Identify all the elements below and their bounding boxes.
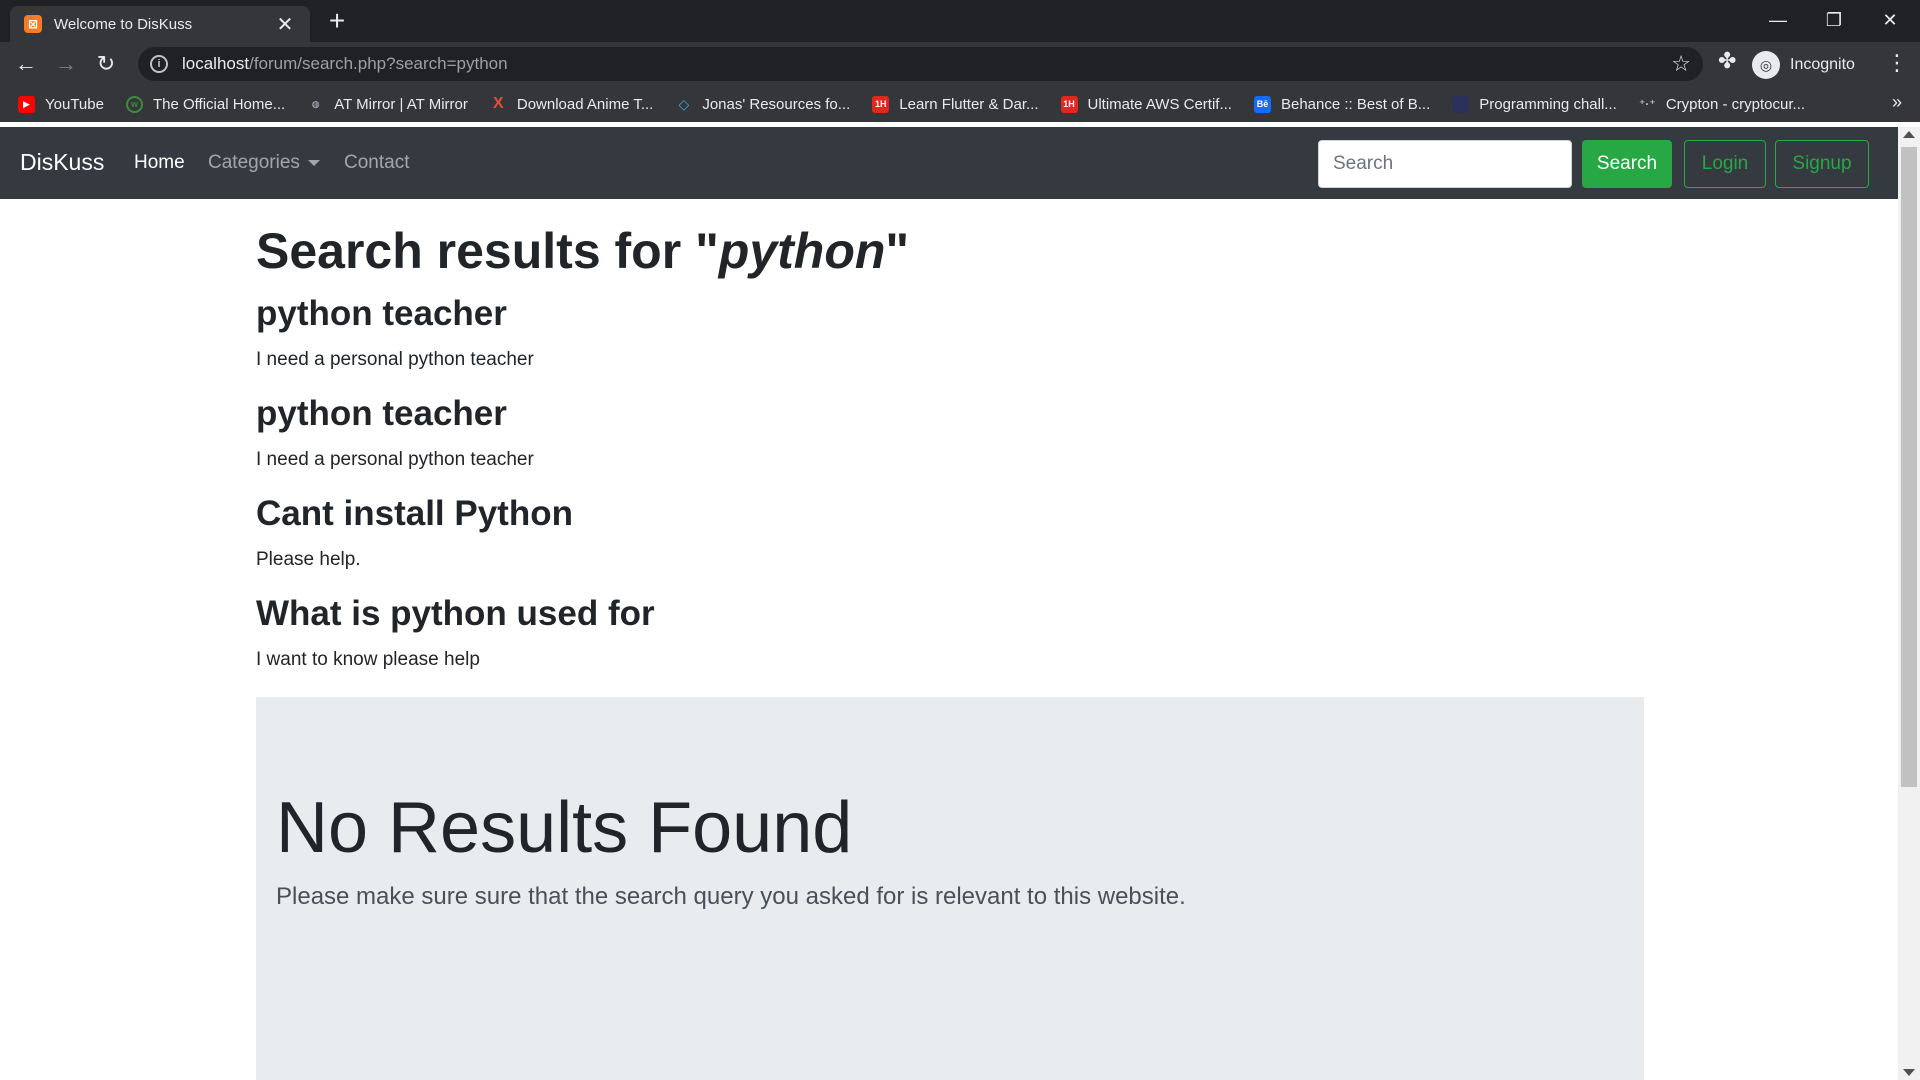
nav-categories-label: Categories bbox=[208, 152, 300, 173]
1h-icon: 1H bbox=[1060, 95, 1078, 113]
bookmark-item[interactable]: ◇ Jonas' Resources fo... bbox=[675, 96, 850, 113]
profile-label: Incognito bbox=[1790, 56, 1855, 73]
bookmark-item[interactable]: X Download Anime T... bbox=[490, 95, 654, 113]
no-results-title: No Results Found bbox=[276, 788, 853, 868]
youtube-icon: ▶ bbox=[18, 95, 35, 113]
bookmark-label: Behance :: Best of B... bbox=[1280, 95, 1431, 113]
square-icon bbox=[1452, 95, 1470, 113]
nav-categories[interactable]: Categories bbox=[208, 152, 320, 174]
bookmark-label: Ultimate AWS Certif... bbox=[1087, 95, 1232, 113]
xampp-icon: ⊠ bbox=[24, 15, 42, 33]
close-icon[interactable]: ✕ bbox=[274, 12, 296, 37]
mirror-icon: ◍ bbox=[311, 98, 320, 109]
scrollbar-thumb[interactable] bbox=[1901, 147, 1917, 787]
page-scrollbar[interactable] bbox=[1898, 127, 1920, 1080]
bookmark-label: AT Mirror | AT Mirror bbox=[334, 95, 468, 113]
address-bar[interactable]: i localhost/forum/search.php?search=pyth… bbox=[138, 47, 1703, 81]
bookmark-item[interactable]: w The Official Home... bbox=[125, 95, 286, 113]
result-description: I need a personal python teacher bbox=[256, 349, 534, 370]
signup-button[interactable]: Signup bbox=[1775, 140, 1869, 188]
behance-icon: Bē bbox=[1253, 95, 1271, 113]
bookmarks-bar: ▶ YouTube w The Official Home... ◍ AT Mirro… bbox=[0, 86, 1920, 122]
new-tab-icon[interactable]: + bbox=[322, 6, 352, 36]
bookmark-item[interactable]: ◍ AT Mirror | AT Mirror bbox=[307, 96, 468, 113]
site-navbar: DisKuss Home Categories Contact Search L… bbox=[0, 127, 1898, 199]
browser-titlebar: ⊠ Welcome to DisKuss ✕ + — ❐ ✕ bbox=[0, 0, 1920, 42]
more-bookmarks-icon[interactable]: » bbox=[1892, 92, 1902, 113]
bookmark-item[interactable]: ▶ YouTube bbox=[18, 95, 104, 113]
bookmark-item[interactable]: 1H Learn Flutter & Dar... bbox=[872, 95, 1039, 113]
nav-home[interactable]: Home bbox=[134, 152, 185, 174]
no-results-jumbotron: No Results Found Please make sure sure t… bbox=[256, 697, 1644, 1080]
bookmark-item[interactable]: Programming chall... bbox=[1452, 95, 1617, 113]
title-prefix: Search results for " bbox=[256, 223, 719, 279]
bookmark-label: Download Anime T... bbox=[516, 95, 654, 113]
chevron-down-icon bbox=[307, 159, 320, 166]
bookmark-item[interactable]: 1H Ultimate AWS Certif... bbox=[1060, 95, 1232, 113]
bookmark-label: Programming chall... bbox=[1479, 95, 1617, 113]
restore-icon[interactable]: ❐ bbox=[1806, 0, 1862, 40]
result-description: I need a personal python teacher bbox=[256, 449, 534, 470]
bookmark-star-icon[interactable]: ☆ bbox=[1671, 51, 1691, 77]
result-item: python teacher I need a personal python … bbox=[256, 393, 1644, 471]
browser-tab[interactable]: ⊠ Welcome to DisKuss ✕ bbox=[10, 6, 310, 42]
result-title-link[interactable]: What is python used for bbox=[256, 593, 1644, 635]
1h-icon: 1H bbox=[872, 95, 890, 113]
bookmark-label: Jonas' Resources fo... bbox=[702, 95, 851, 113]
search-button[interactable]: Search bbox=[1582, 140, 1672, 188]
title-suffix: " bbox=[885, 223, 910, 279]
minimize-icon[interactable]: — bbox=[1750, 0, 1806, 40]
reload-icon[interactable]: ↻ bbox=[90, 48, 122, 80]
tab-title: Welcome to DisKuss bbox=[54, 15, 193, 33]
search-query: python bbox=[718, 223, 886, 279]
crypto-icon: ⁺·⁺ bbox=[1638, 97, 1656, 111]
result-description: I want to know please help bbox=[256, 649, 480, 670]
result-title-link[interactable]: python teacher bbox=[256, 393, 1644, 435]
brand-logo[interactable]: DisKuss bbox=[20, 149, 104, 176]
profile-button[interactable]: ◎ Incognito bbox=[1752, 49, 1855, 81]
window-close-icon[interactable]: ✕ bbox=[1862, 0, 1918, 40]
result-item: What is python used for I want to know p… bbox=[256, 593, 1644, 671]
info-icon[interactable]: i bbox=[150, 55, 168, 73]
bookmark-item[interactable]: Bē Behance :: Best of B... bbox=[1253, 95, 1431, 113]
extensions-icon[interactable]: ✤ bbox=[1718, 48, 1736, 74]
scroll-down-icon[interactable] bbox=[1903, 1069, 1915, 1076]
x-icon: X bbox=[493, 95, 504, 112]
back-icon[interactable]: ← bbox=[10, 48, 42, 80]
browser-menu-icon[interactable]: ⋮ bbox=[1886, 50, 1908, 76]
no-results-lead: Please make sure sure that the search qu… bbox=[276, 883, 1186, 910]
result-title-link[interactable]: Cant install Python bbox=[256, 493, 1644, 535]
result-description: Please help. bbox=[256, 549, 361, 570]
page-title: Search results for "python" bbox=[256, 221, 1644, 281]
diamond-icon: ◇ bbox=[678, 95, 690, 112]
login-button[interactable]: Login bbox=[1684, 140, 1766, 188]
url-path: /forum/search.php?search=python bbox=[249, 54, 508, 73]
nav-contact[interactable]: Contact bbox=[344, 152, 409, 174]
bookmark-label: Crypton - cryptocur... bbox=[1665, 95, 1806, 113]
bookmark-item[interactable]: ⁺·⁺ Crypton - cryptocur... bbox=[1639, 96, 1805, 113]
forward-icon[interactable]: → bbox=[50, 48, 82, 80]
scroll-up-icon[interactable] bbox=[1903, 131, 1915, 138]
search-input[interactable] bbox=[1318, 140, 1572, 188]
bookmark-label: Learn Flutter & Dar... bbox=[899, 95, 1039, 113]
url-host: localhost bbox=[182, 54, 250, 73]
bookmark-label: The Official Home... bbox=[152, 95, 286, 113]
result-item: python teacher I need a personal python … bbox=[256, 293, 1644, 371]
globe-icon: w bbox=[125, 95, 143, 113]
browser-toolbar: ← → ↻ i localhost/forum/search.php?searc… bbox=[0, 42, 1920, 86]
results-container: Search results for "python" python teach… bbox=[256, 199, 1644, 693]
result-title-link[interactable]: python teacher bbox=[256, 293, 1644, 335]
bookmark-label: YouTube bbox=[45, 95, 104, 113]
incognito-icon: ◎ bbox=[1752, 51, 1780, 79]
result-item: Cant install Python Please help. bbox=[256, 493, 1644, 571]
